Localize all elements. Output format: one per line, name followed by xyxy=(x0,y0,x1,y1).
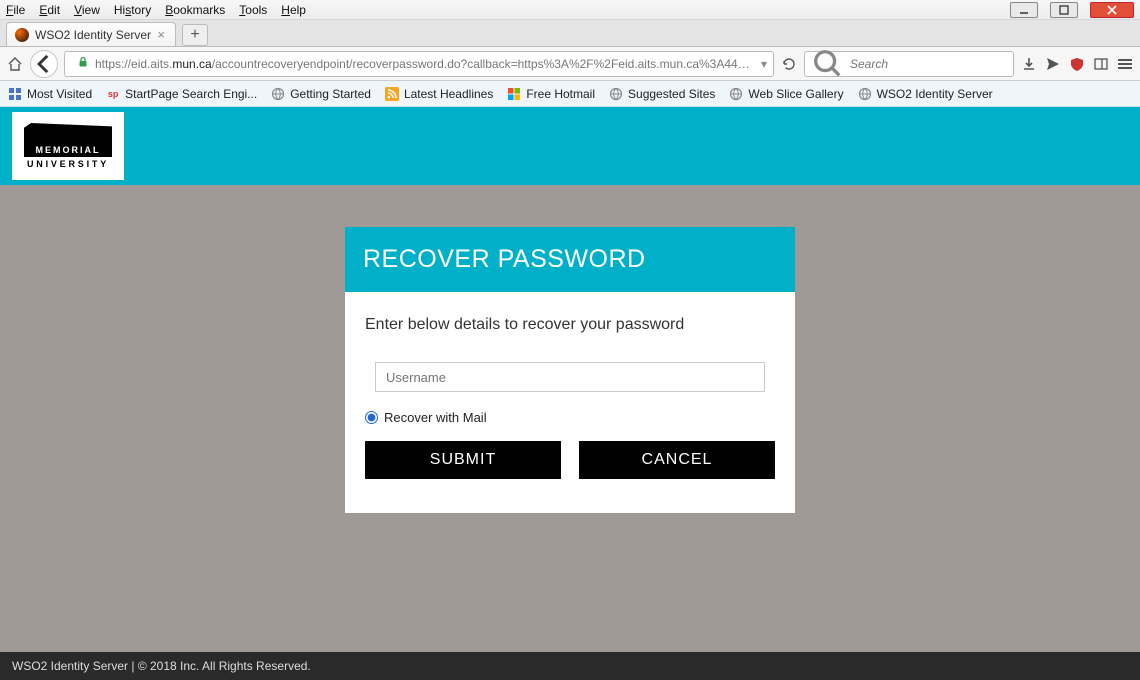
window-minimize-button[interactable] xyxy=(1010,2,1038,18)
menu-view[interactable]: View xyxy=(74,3,100,17)
reader-dropdown-icon[interactable]: ▾ xyxy=(761,57,767,71)
menu-bookmarks[interactable]: Bookmarks xyxy=(165,3,225,17)
tab-strip: WSO2 Identity Server × + xyxy=(0,20,1140,47)
browser-tab[interactable]: WSO2 Identity Server × xyxy=(6,22,176,46)
bookmark-wso2[interactable]: WSO2 Identity Server xyxy=(858,87,993,101)
page-footer: WSO2 Identity Server | © 2018 Inc. All R… xyxy=(0,652,1140,680)
new-tab-button[interactable]: + xyxy=(182,24,208,46)
search-box[interactable] xyxy=(804,51,1014,77)
menu-help[interactable]: Help xyxy=(281,3,306,17)
bookmark-most-visited[interactable]: Most Visited xyxy=(8,87,92,101)
microsoft-icon xyxy=(507,87,521,101)
lock-icon xyxy=(77,56,89,71)
brand-header: MEMORIAL UNIVERSITY xyxy=(0,107,1140,185)
card-lead: Enter below details to recover your pass… xyxy=(365,316,775,334)
page-body: MEMORIAL UNIVERSITY RECOVER PASSWORD Ent… xyxy=(0,107,1140,652)
card-title: RECOVER PASSWORD xyxy=(345,227,795,292)
footer-text: WSO2 Identity Server | © 2018 Inc. All R… xyxy=(12,659,311,673)
globe-icon xyxy=(729,87,743,101)
menu-bar: File Edit View History Bookmarks Tools H… xyxy=(0,0,1140,20)
menu-edit[interactable]: Edit xyxy=(39,3,60,17)
bookmark-getting-started[interactable]: Getting Started xyxy=(271,87,371,101)
menu-tools[interactable]: Tools xyxy=(239,3,267,17)
sp-icon: sp xyxy=(106,87,120,101)
menu-history[interactable]: History xyxy=(114,3,151,17)
recover-card: RECOVER PASSWORD Enter below details to … xyxy=(345,227,795,513)
recover-mail-option[interactable]: Recover with Mail xyxy=(365,410,775,425)
cancel-button[interactable]: CANCEL xyxy=(579,441,775,479)
back-button[interactable] xyxy=(30,50,58,78)
menu-file[interactable]: File xyxy=(6,3,25,17)
grid-icon xyxy=(8,87,22,101)
url-text: https://eid.aits.mun.ca/accountrecoverye… xyxy=(95,57,755,71)
tab-title: WSO2 Identity Server xyxy=(35,28,151,42)
memorial-logo: MEMORIAL UNIVERSITY xyxy=(12,112,124,180)
address-bar[interactable]: https://eid.aits.mun.ca/accountrecoverye… xyxy=(64,51,774,77)
search-input[interactable] xyxy=(850,57,1007,71)
tab-favicon-icon xyxy=(15,28,29,42)
home-button[interactable] xyxy=(6,55,24,73)
hamburger-menu-button[interactable] xyxy=(1116,55,1134,73)
reload-button[interactable] xyxy=(780,55,798,73)
logo-line2: UNIVERSITY xyxy=(27,159,109,169)
window-maximize-button[interactable] xyxy=(1050,2,1078,18)
bookmark-latest-headlines[interactable]: Latest Headlines xyxy=(385,87,493,101)
recover-mail-label: Recover with Mail xyxy=(384,410,487,425)
globe-icon xyxy=(271,87,285,101)
bookmarks-bar: Most Visited sp StartPage Search Engi...… xyxy=(0,81,1140,107)
globe-icon xyxy=(609,87,623,101)
nav-toolbar: https://eid.aits.mun.ca/accountrecoverye… xyxy=(0,47,1140,81)
recover-mail-radio[interactable] xyxy=(365,411,378,424)
bookmark-startpage[interactable]: sp StartPage Search Engi... xyxy=(106,87,257,101)
globe-icon xyxy=(858,87,872,101)
ublock-icon[interactable] xyxy=(1068,55,1086,73)
sidebar-button[interactable] xyxy=(1092,55,1110,73)
bookmark-free-hotmail[interactable]: Free Hotmail xyxy=(507,87,595,101)
bookmark-suggested-sites[interactable]: Suggested Sites xyxy=(609,87,715,101)
downloads-button[interactable] xyxy=(1020,55,1038,73)
send-button[interactable] xyxy=(1044,55,1062,73)
submit-button[interactable]: SUBMIT xyxy=(365,441,561,479)
username-input[interactable] xyxy=(375,362,765,392)
window-close-button[interactable] xyxy=(1090,2,1134,18)
tab-close-icon[interactable]: × xyxy=(157,27,165,42)
search-icon xyxy=(811,47,844,80)
rss-icon xyxy=(385,87,399,101)
logo-line1: MEMORIAL xyxy=(36,145,101,157)
bookmark-web-slice[interactable]: Web Slice Gallery xyxy=(729,87,843,101)
